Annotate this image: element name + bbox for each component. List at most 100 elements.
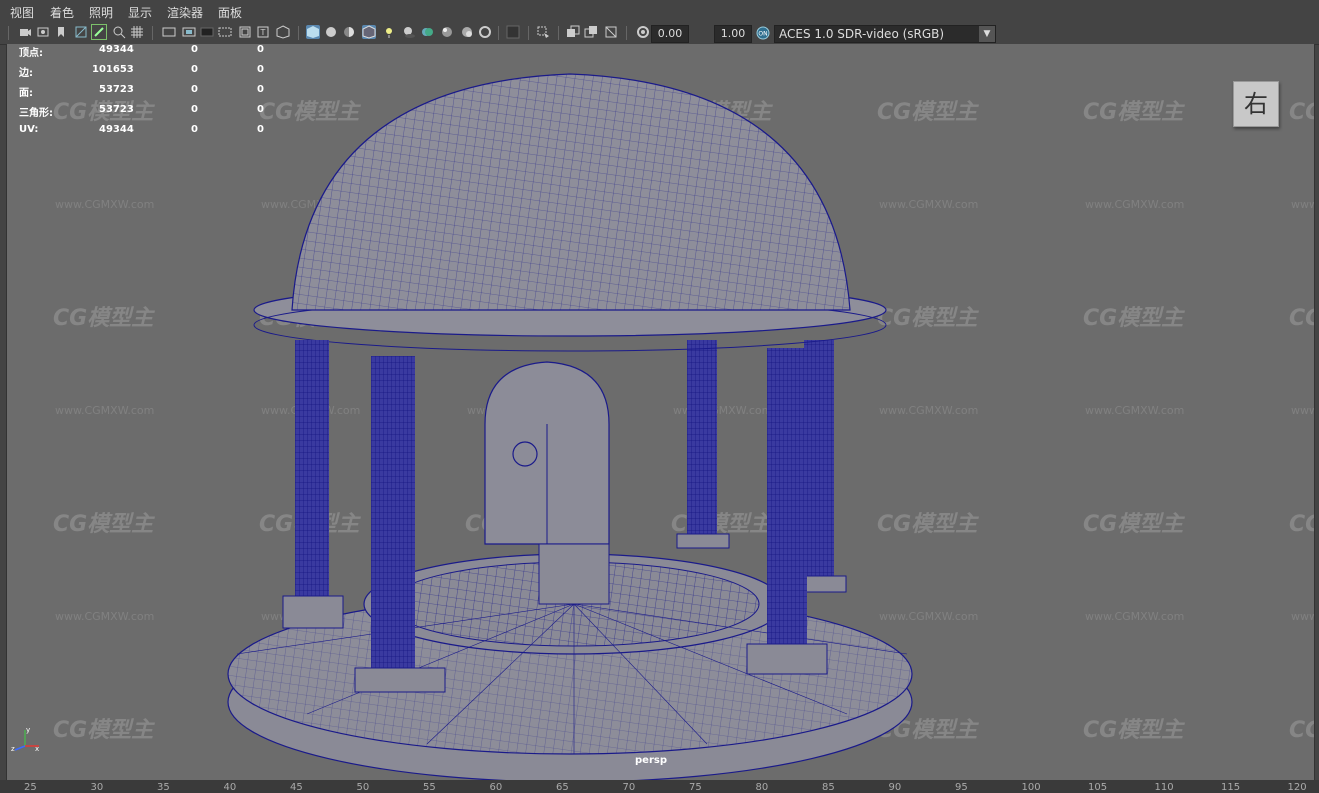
ruler-tick-label: 75 — [689, 782, 702, 793]
image-plane-icon[interactable] — [74, 25, 88, 39]
grease-pencil-icon[interactable] — [91, 24, 107, 40]
color-space-dropdown[interactable]: ACES 1.0 SDR-video (sRGB) ▼ — [774, 25, 996, 43]
xray-joints-icon[interactable] — [536, 25, 550, 39]
bookmark-icon[interactable] — [54, 25, 68, 39]
2d-pan-zoom-icon[interactable] — [112, 25, 126, 39]
ruler-tick-label: 35 — [157, 782, 170, 793]
svg-text:ON: ON — [758, 31, 767, 38]
toolbar-separator — [498, 26, 499, 40]
ruler-tick-label: 105 — [1088, 782, 1108, 793]
hud-value: 0 — [257, 124, 264, 135]
toolbar-separator — [152, 26, 153, 40]
hud-value: 0 — [191, 44, 198, 55]
ruler-tick-label: 65 — [556, 782, 569, 793]
gamma-field[interactable]: 1.00 — [714, 25, 752, 43]
ruler-tick-label: 90 — [888, 782, 902, 793]
color-space-value: ACES 1.0 SDR-video (sRGB) — [779, 27, 945, 41]
color-management-icon[interactable]: ON — [756, 26, 770, 40]
default-material-icon[interactable] — [324, 25, 338, 39]
menu-show[interactable]: 显示 — [128, 4, 152, 21]
grid-icon[interactable] — [130, 25, 144, 39]
exposure-field[interactable]: 0.00 — [651, 25, 689, 43]
xray-icon[interactable] — [362, 25, 376, 39]
wireframe-on-shaded-icon[interactable] — [342, 25, 356, 39]
menu-bar: 视图 着色 照明 显示 渲染器 面板 — [0, 0, 1319, 22]
smooth-shade-icon[interactable] — [306, 25, 320, 39]
ruler-tick-label: 100 — [1021, 782, 1041, 793]
time-ruler[interactable]: 25 30 35 40 45 50 55 60 65 70 75 80 85 90 95 100 105 110 1… — [0, 780, 1319, 793]
depth-of-field-icon[interactable] — [478, 25, 492, 39]
gamma-icon[interactable] — [636, 25, 650, 39]
hud-value: 49344 — [99, 44, 134, 55]
safe-action-icon[interactable] — [238, 25, 252, 39]
menu-shading[interactable]: 着色 — [50, 4, 74, 21]
menu-panels[interactable]: 面板 — [218, 4, 242, 21]
ruler-tick-label: 50 — [356, 782, 370, 793]
ruler-tick-label: 85 — [822, 782, 835, 793]
hud-value: 49344 — [99, 124, 134, 135]
hud-value: 53723 — [99, 84, 134, 95]
toolbar-separator — [626, 26, 627, 40]
hud-value: 0 — [257, 84, 264, 95]
ruler-tick-label: 95 — [955, 782, 968, 793]
menu-renderer[interactable]: 渲染器 — [167, 4, 203, 21]
toolbar-separator — [528, 26, 529, 40]
toolbar-separator — [298, 26, 299, 40]
hud-label-triangles: 三角形: — [19, 108, 53, 119]
hud-value: 101653 — [92, 64, 134, 75]
hud-value: 0 — [257, 104, 264, 115]
multisample-aa-icon[interactable] — [460, 25, 474, 39]
hud-value: 0 — [191, 64, 198, 75]
film-gate-icon[interactable] — [162, 25, 176, 39]
screen-space-ao-icon[interactable] — [420, 25, 434, 39]
ruler-tick-label: 55 — [423, 782, 436, 793]
hud-value: 0 — [191, 124, 198, 135]
field-chart-icon[interactable] — [218, 25, 232, 39]
ruler-tick-label: 45 — [290, 782, 303, 793]
exposure-icon[interactable] — [604, 25, 618, 39]
xray-active-icon[interactable] — [566, 25, 580, 39]
viewcube[interactable]: 右 — [1233, 81, 1279, 127]
hud-label-faces: 面: — [19, 88, 33, 99]
hud-label-vertices: 顶点: — [19, 48, 43, 59]
hud-label-uvs: UV: — [19, 124, 39, 135]
menu-view[interactable]: 视图 — [10, 4, 34, 21]
axis-y-label: y — [26, 726, 30, 734]
hud-value: 0 — [191, 104, 198, 115]
axis-x-label: x — [35, 745, 39, 752]
camera-attributes-icon[interactable] — [36, 25, 50, 39]
svg-text:T: T — [260, 28, 266, 37]
camera-select-icon[interactable] — [18, 25, 32, 39]
backface-icon[interactable] — [584, 25, 598, 39]
shadows-icon[interactable] — [402, 25, 416, 39]
ruler-tick-label: 70 — [622, 782, 636, 793]
use-all-lights-icon[interactable] — [382, 25, 396, 39]
safe-title-icon[interactable]: T — [256, 25, 270, 39]
ruler-tick-label: 110 — [1154, 782, 1174, 793]
viewport-3d[interactable]: CG模型主 www.CGMXW.com CG模型主 www.CGMXW.com CG模型… — [6, 44, 1315, 780]
axis-z-label: z — [11, 745, 15, 752]
ruler-tick-label: 30 — [90, 782, 104, 793]
resolution-gate-icon[interactable] — [182, 25, 196, 39]
isolate-select-icon[interactable] — [506, 25, 520, 39]
camera-name-label: persp — [635, 755, 667, 766]
hud-value: 0 — [257, 44, 264, 55]
ruler-tick-label: 80 — [755, 782, 769, 793]
hud-value: 0 — [191, 84, 198, 95]
ruler-tick-label: 40 — [223, 782, 237, 793]
ruler-tick-label: 115 — [1221, 782, 1241, 793]
wireframe-icon[interactable] — [276, 25, 290, 39]
toolbar-separator — [558, 26, 559, 40]
gazebo-wireframe-model — [227, 73, 913, 780]
ruler-tick-label: 25 — [24, 782, 37, 793]
menu-lighting[interactable]: 照明 — [89, 4, 113, 21]
motion-blur-icon[interactable] — [440, 25, 454, 39]
hud-value: 53723 — [99, 104, 134, 115]
hud-value: 0 — [257, 64, 264, 75]
axis-gizmo-icon: y x z — [11, 726, 39, 752]
gate-mask-icon[interactable] — [200, 25, 214, 39]
panel-toolbar: T 0.00 1.00 ON ACES 1.0 SDR-video (sRGB)… — [0, 22, 1319, 45]
ruler-tick-label: 60 — [489, 782, 503, 793]
hud-label-edges: 边: — [19, 68, 33, 79]
toolbar-separator — [8, 26, 9, 40]
